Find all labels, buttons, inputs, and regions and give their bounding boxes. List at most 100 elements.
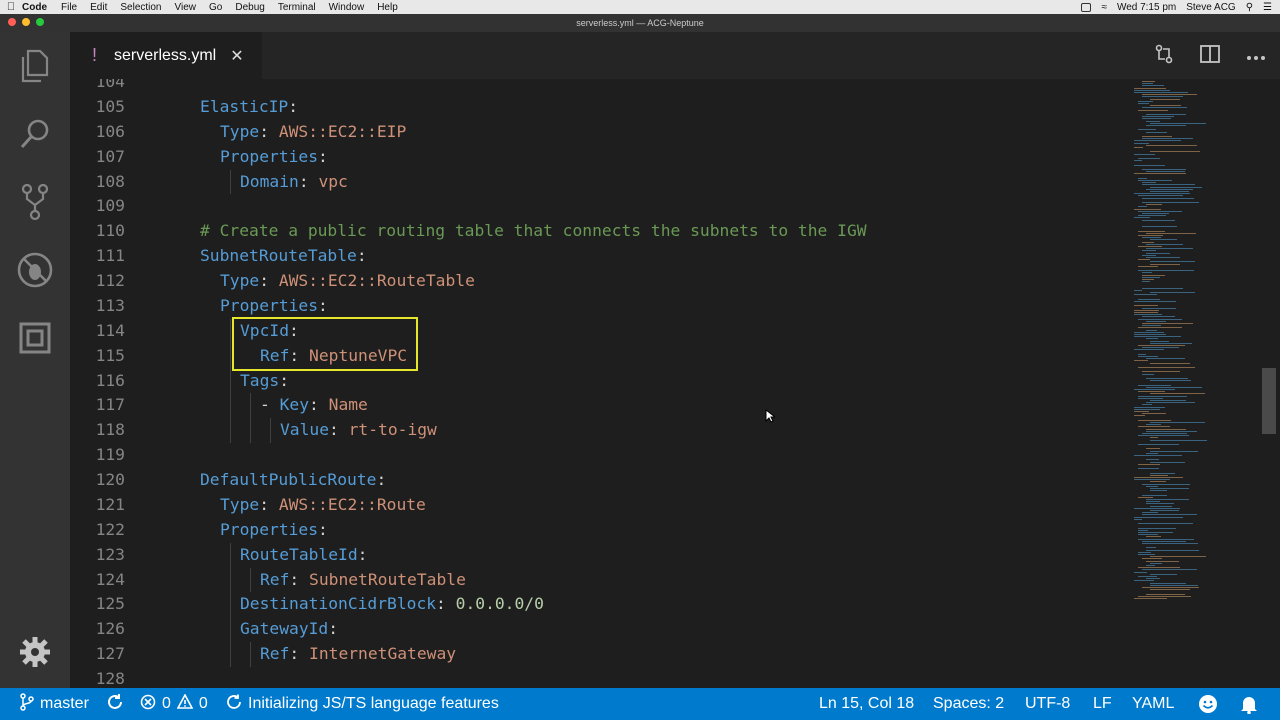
screen-record-icon[interactable] <box>1081 2 1092 12</box>
menu-selection[interactable]: Selection <box>120 2 161 13</box>
menu-terminal[interactable]: Terminal <box>278 2 316 13</box>
menu-app-name[interactable]: Code <box>22 2 47 13</box>
close-icon[interactable]: ✕ <box>230 46 243 66</box>
minimap-line <box>1134 360 1148 362</box>
split-editor-icon[interactable] <box>1200 45 1220 68</box>
end-of-line[interactable]: LF <box>1093 688 1112 720</box>
vertical-scrollbar-thumb[interactable] <box>1262 368 1276 434</box>
minimap-line <box>1142 281 1150 283</box>
file-encoding[interactable]: UTF-8 <box>1025 688 1070 720</box>
menu-edit[interactable]: Edit <box>90 2 107 13</box>
minimap-line <box>1138 345 1185 346</box>
minimap-line <box>1138 384 1171 386</box>
minimap-line <box>1138 298 1160 300</box>
debug-icon[interactable] <box>15 250 55 290</box>
line-number: 109 <box>95 196 125 216</box>
minimap-line <box>1146 565 1155 566</box>
code-line: 112 Type: AWS::EC2::RouteTable <box>70 269 1130 294</box>
yaml-colon: : <box>289 644 310 664</box>
branch-indicator[interactable]: master <box>20 688 89 720</box>
minimap-line <box>1146 378 1188 379</box>
minimize-window-button[interactable] <box>22 18 30 26</box>
menu-go[interactable]: Go <box>209 2 222 13</box>
minimap-line <box>1134 208 1161 210</box>
code-line: 104 <box>70 79 1130 95</box>
menu-debug[interactable]: Debug <box>235 2 264 13</box>
minimap-line <box>1142 276 1160 278</box>
yaml-key: Ref <box>260 644 290 664</box>
yaml-colon: : <box>328 619 339 639</box>
language-mode[interactable]: YAML <box>1132 688 1174 720</box>
code-line: 125 DestinationCidrBlock: 0.0.0.0/0 <box>70 592 1130 618</box>
code-line: 120 DefaultPublicRoute: <box>70 468 1130 493</box>
wifi-icon[interactable]: ≈ <box>1101 2 1107 13</box>
code-line: 111 SubnetRouteTable: <box>70 244 1130 269</box>
yaml-colon: : <box>436 594 456 614</box>
spotlight-icon[interactable]: ⚲ <box>1246 2 1253 13</box>
close-window-button[interactable] <box>8 18 16 26</box>
minimap-line <box>1146 125 1186 126</box>
minimap-line <box>1146 243 1183 245</box>
menu-clock[interactable]: Wed 7:15 pm <box>1117 2 1176 13</box>
zoom-window-button[interactable] <box>36 18 44 26</box>
minimap-line <box>1134 160 1142 162</box>
menu-user[interactable]: Steve ACG <box>1186 2 1235 13</box>
minimap-line <box>1134 140 1181 142</box>
tab-serverless-yml[interactable]: ! serverless.yml ✕ <box>70 32 262 79</box>
minimap-line <box>1150 439 1207 441</box>
minimap-line <box>1142 241 1154 243</box>
minimap-line <box>1134 173 1186 175</box>
yaml-key: Tags <box>240 370 280 390</box>
minimap-line <box>1138 444 1179 445</box>
minimap-line <box>1138 532 1173 533</box>
bell-icon[interactable] <box>1240 688 1258 720</box>
search-icon[interactable] <box>15 114 55 154</box>
minimap-line <box>1138 259 1150 261</box>
minimap-line <box>1142 83 1153 85</box>
yaml-colon: : <box>288 96 299 116</box>
minimap-line <box>1146 252 1170 254</box>
minimap-line <box>1142 219 1175 221</box>
minimap-line <box>1138 206 1147 208</box>
language-server-status[interactable]: Initializing JS/TS language features <box>226 688 499 720</box>
minimap-line <box>1146 593 1185 595</box>
minimap[interactable] <box>1130 79 1266 688</box>
minimap-line <box>1134 406 1165 408</box>
yaml-value: vpc <box>318 171 348 191</box>
menu-help[interactable]: Help <box>377 2 398 13</box>
source-control-icon[interactable] <box>15 182 55 222</box>
indentation-setting[interactable]: Spaces: 2 <box>933 688 1004 720</box>
yaml-value: rt-to-igw <box>348 420 437 440</box>
line-number: 114 <box>95 320 125 340</box>
highlight-box <box>232 317 418 371</box>
cursor-position[interactable]: Ln 15, Col 18 <box>819 688 914 720</box>
notification-center-icon[interactable]: ☰ <box>1263 2 1272 13</box>
menu-file[interactable]: File <box>61 2 77 13</box>
yaml-colon: : <box>329 420 349 440</box>
minimap-line <box>1138 538 1194 540</box>
yaml-key: DestinationCidrBlock <box>240 594 437 614</box>
minimap-line <box>1150 505 1172 507</box>
sync-button[interactable] <box>106 688 124 720</box>
smiley-feedback-icon[interactable] <box>1198 688 1218 720</box>
tab-modified-marker: ! <box>92 45 98 65</box>
minimap-line <box>1142 116 1174 118</box>
menu-view[interactable]: View <box>175 2 197 13</box>
code-line: 105 ElasticIP: <box>70 95 1130 120</box>
more-actions-icon[interactable] <box>1246 48 1266 66</box>
settings-gear-icon[interactable] <box>15 632 55 672</box>
explorer-icon[interactable] <box>15 46 55 86</box>
menu-window[interactable]: Window <box>329 2 365 13</box>
minimap-line <box>1138 177 1147 179</box>
minimap-line <box>1146 257 1180 258</box>
code-editor[interactable]: 104 105 ElasticIP: 106 Type: AWS::EC2::EIP… <box>70 79 1130 688</box>
minimap-line <box>1146 560 1179 562</box>
minimap-line <box>1134 142 1149 144</box>
minimap-line <box>1138 235 1163 236</box>
problems-indicator[interactable]: 0 0 <box>140 688 208 720</box>
sync-icon <box>106 693 124 716</box>
extensions-icon[interactable] <box>15 318 55 358</box>
git-compare-icon[interactable] <box>1154 44 1174 69</box>
apple-menu-icon[interactable]:  <box>0 1 22 13</box>
minimap-line <box>1142 169 1186 170</box>
